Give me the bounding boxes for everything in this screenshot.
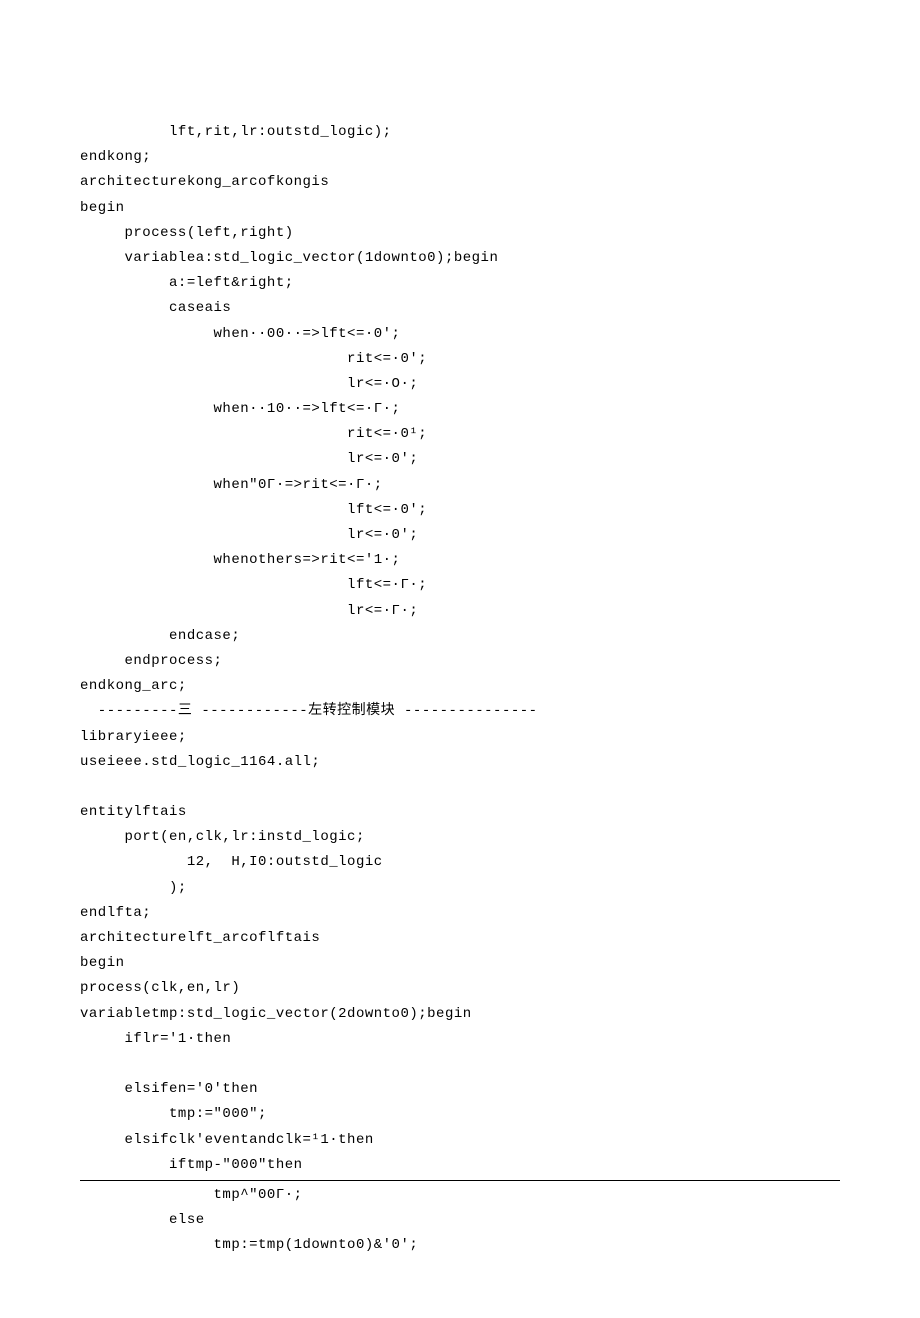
code-line: variablea:std_logic_vector(1downto0);beg…: [80, 246, 840, 271]
code-line: elsifen='0'then: [80, 1077, 840, 1102]
code-line: useieee.std_logic_1164.all;: [80, 750, 840, 775]
code-line: else: [80, 1208, 840, 1233]
code-line: 12, H,I0:outstd_logic: [80, 850, 840, 875]
code-line: endkong;: [80, 145, 840, 170]
section-divider: ---------三 ------------左转控制模块 ----------…: [80, 699, 840, 724]
code-line: when··00··=>lft<=·0';: [80, 322, 840, 347]
code-line: whenothers=>rit<='1·;: [80, 548, 840, 573]
code-line: lft<=·Г·;: [80, 573, 840, 598]
code-line: lft<=·0';: [80, 498, 840, 523]
code-line: process(left,right): [80, 221, 840, 246]
code-line: process(clk,en,lr): [80, 976, 840, 1001]
code-line: lr<=·0';: [80, 447, 840, 472]
code-block-3: tmp^"00Г·; else tmp:=tmp(1downto0)&'0';: [80, 1183, 840, 1259]
code-line: caseais: [80, 296, 840, 321]
code-line: variabletmp:std_logic_vector(2downto0);b…: [80, 1002, 840, 1027]
code-line: architecturekong_arcofkongis: [80, 170, 840, 195]
code-line: lr<=·Г·;: [80, 599, 840, 624]
code-line: when"0Г·=>rit<=·Г·;: [80, 473, 840, 498]
code-line: begin: [80, 196, 840, 221]
code-block-2: libraryieee;useieee.std_logic_1164.all; …: [80, 725, 840, 1178]
code-line: endlfta;: [80, 901, 840, 926]
code-line: port(en,clk,lr:instd_logic;: [80, 825, 840, 850]
horizontal-rule: [80, 1180, 840, 1181]
code-line: tmp:=tmp(1downto0)&'0';: [80, 1233, 840, 1258]
code-line: begin: [80, 951, 840, 976]
code-line: [80, 1052, 840, 1077]
code-line: endcase;: [80, 624, 840, 649]
code-block-1: lft,rit,lr:outstd_logic);endkong;archite…: [80, 120, 840, 699]
code-line: elsifclk'eventandclk=¹1·then: [80, 1128, 840, 1153]
code-line: iflr='1·then: [80, 1027, 840, 1052]
code-line: a:=left&right;: [80, 271, 840, 296]
code-line: when··10··=>lft<=·Г·;: [80, 397, 840, 422]
code-line: libraryieee;: [80, 725, 840, 750]
code-line: endprocess;: [80, 649, 840, 674]
code-line: entitylftais: [80, 800, 840, 825]
code-line: rit<=·0';: [80, 347, 840, 372]
code-line: tmp:="000";: [80, 1102, 840, 1127]
code-line: tmp^"00Г·;: [80, 1183, 840, 1208]
code-line: lr<=·0';: [80, 523, 840, 548]
code-line: lr<=·O·;: [80, 372, 840, 397]
code-line: iftmp-"000"then: [80, 1153, 840, 1178]
code-line: [80, 775, 840, 800]
code-line: rit<=·0¹;: [80, 422, 840, 447]
code-line: architecturelft_arcoflftais: [80, 926, 840, 951]
document-page: lft,rit,lr:outstd_logic);endkong;archite…: [0, 0, 920, 1318]
code-line: endkong_arc;: [80, 674, 840, 699]
code-line: lft,rit,lr:outstd_logic);: [80, 120, 840, 145]
code-line: );: [80, 876, 840, 901]
